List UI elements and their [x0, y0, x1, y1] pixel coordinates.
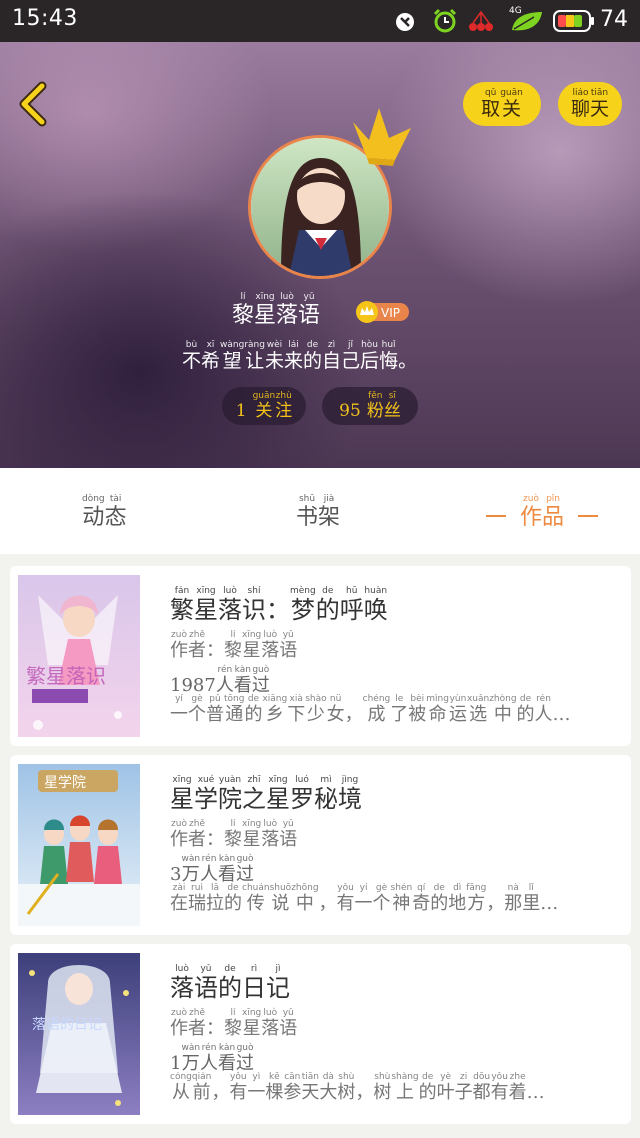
work-title[interactable]: xīng 星 xué 学 yuàn 院 zhī 之 xīng 星 luó 罗 mì 秘 jìng 境 [170, 775, 362, 814]
work-author: zuò 作 zhě 者 ： lí 黎 xīng 星 luò 落 yǔ 语 [170, 630, 298, 661]
chat-button[interactable]: liáo 聊 tiān 天 [558, 82, 622, 126]
work-description: cóng 从 qián 前 ， yǒu 有 yì 一 kē 棵 cān 参 tiān 天 dà 大 shù 树 ，… [170, 1072, 545, 1103]
work-cover-image: 落语的日记 [18, 953, 140, 1115]
unfollow-button[interactable]: qǔ 取 guān 关 [463, 82, 541, 126]
work-views: 1 wàn 万 rén 人 kàn 看 guò 过 [170, 1043, 255, 1074]
work-cover-image: 繁星落识 [18, 575, 140, 737]
battery-level: 74 [600, 7, 628, 32]
svg-text:繁星落识: 繁星落识 [26, 664, 106, 688]
work-card[interactable]: 繁星落识 fán 繁 xīng 星 luò 落 shí 识 ： mèng 梦 de 的 hū 呼 huàn 唤… [10, 566, 631, 746]
status-bar: 15:43 4G 74 [0, 0, 640, 42]
leaf-icon [512, 12, 542, 31]
tab-activity[interactable]: dòng 动 tài 态 [82, 494, 127, 530]
work-author: zuò 作 zhě 者 ： lí 黎 xīng 星 luò 落 yǔ 语 [170, 819, 298, 850]
work-card[interactable]: 星学院 xīng 星 xué 学 yuàn 院 zhī 之 xīng 星 luó 罗 mì 秘 jìng 境 … [10, 755, 631, 935]
works-list: 繁星落识 fán 繁 xīng 星 luò 落 shí 识 ： mèng 梦 de 的 hū 呼 huàn 唤… [0, 554, 640, 1138]
alarm-icon [433, 8, 457, 33]
vip-badge: VIP [356, 301, 409, 323]
vip-label: VIP [381, 306, 400, 320]
work-card[interactable]: 落语的日记 luò 落 yǔ 语 de 的 rì 日 jì 记 zuò 作 zhě 者 ： lí 黎 xīng… [10, 944, 631, 1124]
battery-icon [553, 10, 594, 32]
svg-text:星学院: 星学院 [44, 775, 86, 791]
back-icon[interactable] [14, 80, 54, 128]
status-time: 15:43 [12, 6, 78, 31]
following-count: 1 [235, 401, 247, 421]
fans-count: 95 [339, 401, 361, 421]
active-tab-dash-left [486, 515, 506, 518]
work-description: zài 在 ruì 瑞 lā 拉 de 的 chuán 传 shuō 说 zhōng 中 ， yǒu 有 yí 一… [170, 883, 559, 914]
tab-bookshelf[interactable]: shū 书 jià 架 [296, 494, 340, 530]
work-description: yí 一 gè 个 pǔ 普 tōng 通 de 的 xiāng 乡 xià 下 shào 少 nǚ 女 ， ché… [170, 694, 571, 725]
work-cover-image: 星学院 [18, 764, 140, 926]
work-views: 3 wàn 万 rén 人 kàn 看 guò 过 [170, 854, 255, 885]
tab-works[interactable]: zuò 作 pǐn 品 [472, 494, 612, 530]
svg-text:落语的日记: 落语的日记 [32, 1017, 102, 1033]
work-views: 1987 rén 人 kàn 看 guò 过 [170, 665, 270, 696]
crown-icon [353, 108, 411, 166]
username: lí 黎 xīng 星 luò 落 yǔ 语 [232, 292, 321, 328]
work-title[interactable]: luò 落 yǔ 语 de 的 rì 日 jì 记 [170, 964, 290, 1003]
work-author: zuò 作 zhě 者 ： lí 黎 xīng 星 luò 落 yǔ 语 [170, 1008, 298, 1039]
profile-motto: bù 不 xī 希 wàng 望 ràng 让 wèi 未 lái 来 de 的 zì 自 jǐ 己 hòu 后 huǐ… [182, 340, 418, 372]
active-tab-dash-right [578, 515, 599, 518]
profile-tabs: dòng 动 tài 态 shū 书 jià 架 zuò 作 pǐn 品 [0, 468, 640, 554]
following-count-button[interactable]: 1 guān 关 zhù 注 [222, 387, 306, 425]
profile-header: qǔ 取 guān 关 liáo 聊 tiān 天 lí 黎 xīng 星 luò 落 yǔ 语 VIP [0, 42, 640, 468]
work-title[interactable]: fán 繁 xīng 星 luò 落 shí 识 ： mèng 梦 de 的 hū 呼 huàn 唤 [170, 586, 388, 625]
cherry-icon [469, 10, 493, 31]
notification-icon [396, 13, 414, 31]
fans-count-button[interactable]: 95 fěn 粉 sī 丝 [322, 387, 418, 425]
